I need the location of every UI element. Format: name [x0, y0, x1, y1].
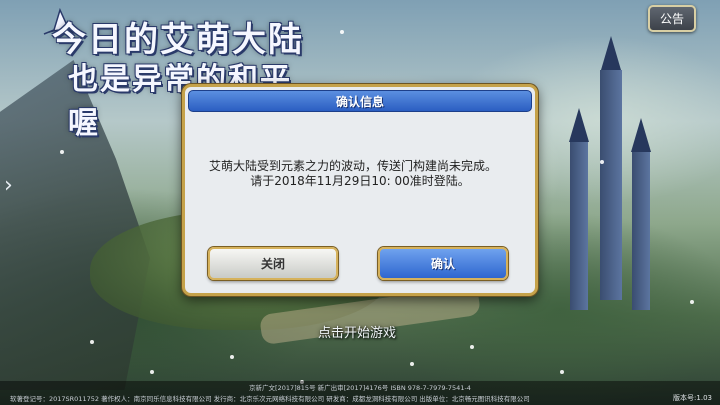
- close-button[interactable]: 关闭: [208, 247, 338, 280]
- dialog-message-line2: 请于2018年11月29日10: 00准时登陆。: [250, 174, 470, 188]
- footer-publisher-line: 软著登记号：2017SR011752 著作权人：南京同乐信息科技有限公司 发行商…: [10, 395, 530, 403]
- dialog-title: 确认信息: [188, 90, 532, 112]
- chevron-right-icon[interactable]: ›: [4, 175, 18, 197]
- notice-button[interactable]: 公告: [648, 5, 696, 32]
- dialog-message: 艾萌大陆受到元素之力的波动，传送门构建尚未完成。 请于2018年11月29日10…: [209, 159, 511, 189]
- dialog-message-line1: 艾萌大陆受到元素之力的波动，传送门构建尚未完成。: [209, 159, 498, 173]
- footer-license-line: 京新广文[2017]815号 新广出审[2017]4176号 ISBN 978-…: [249, 384, 471, 392]
- confirm-button[interactable]: 确认: [378, 247, 508, 280]
- tap-to-start-prompt[interactable]: 点击开始游戏: [318, 322, 438, 341]
- castle-scenery: [569, 30, 660, 330]
- version-label: 版本号:1.03: [673, 394, 712, 402]
- confirm-dialog: 确认信息 艾萌大陆受到元素之力的波动，传送门构建尚未完成。 请于2018年11月…: [182, 84, 538, 296]
- copyright-footer: 京新广文[2017]815号 新广出审[2017]4176号 ISBN 978-…: [0, 381, 720, 405]
